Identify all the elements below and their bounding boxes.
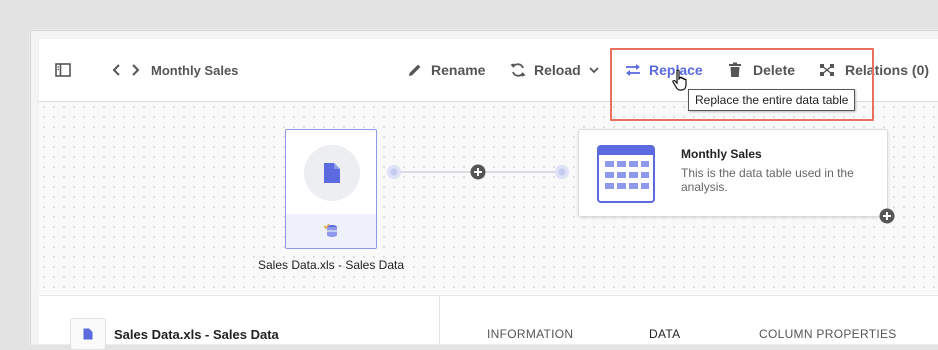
sidebar-toggle-button[interactable] — [55, 39, 71, 101]
source-footer — [286, 214, 376, 248]
plus-icon — [879, 208, 895, 224]
forward-button[interactable] — [130, 39, 140, 101]
forward-icon — [132, 64, 140, 76]
target-node[interactable]: Monthly Sales This is the data table use… — [578, 129, 888, 217]
plus-icon — [470, 164, 486, 180]
bottom-file-name: Sales Data.xls - Sales Data — [114, 327, 279, 342]
file-icon — [324, 163, 340, 183]
reload-icon — [510, 63, 526, 77]
rename-label: Rename — [431, 62, 486, 78]
target-description: This is the data table used in the analy… — [681, 166, 854, 194]
back-button[interactable] — [112, 39, 122, 101]
pointer-cursor-icon — [672, 69, 687, 91]
source-icon-circle — [304, 145, 360, 201]
sidebar-toggle-icon — [55, 63, 71, 77]
tab-information[interactable]: INFORMATION — [487, 327, 573, 341]
back-icon — [112, 64, 120, 76]
details-divider — [439, 296, 440, 344]
source-label: Sales Data.xls - Sales Data — [257, 258, 405, 272]
database-icon — [323, 223, 337, 237]
tab-column-properties[interactable]: COLUMN PROPERTIES — [759, 327, 897, 341]
add-transformation-button[interactable] — [470, 164, 486, 180]
chevron-down-icon — [589, 67, 599, 74]
bottom-file-icon-box — [70, 318, 106, 350]
tab-data[interactable]: DATA — [649, 327, 680, 341]
reload-button[interactable]: Reload — [510, 39, 600, 101]
file-icon — [83, 328, 93, 340]
pencil-icon — [409, 64, 421, 76]
add-to-target-button[interactable] — [879, 208, 895, 224]
target-title: Monthly Sales — [681, 147, 762, 161]
replace-tooltip: Replace the entire data table — [688, 89, 856, 111]
breadcrumb-title: Monthly Sales — [151, 62, 239, 78]
table-icon — [597, 145, 655, 203]
reload-label: Reload — [534, 62, 581, 78]
source-node[interactable] — [285, 129, 377, 249]
rename-button[interactable]: Rename — [407, 39, 485, 101]
